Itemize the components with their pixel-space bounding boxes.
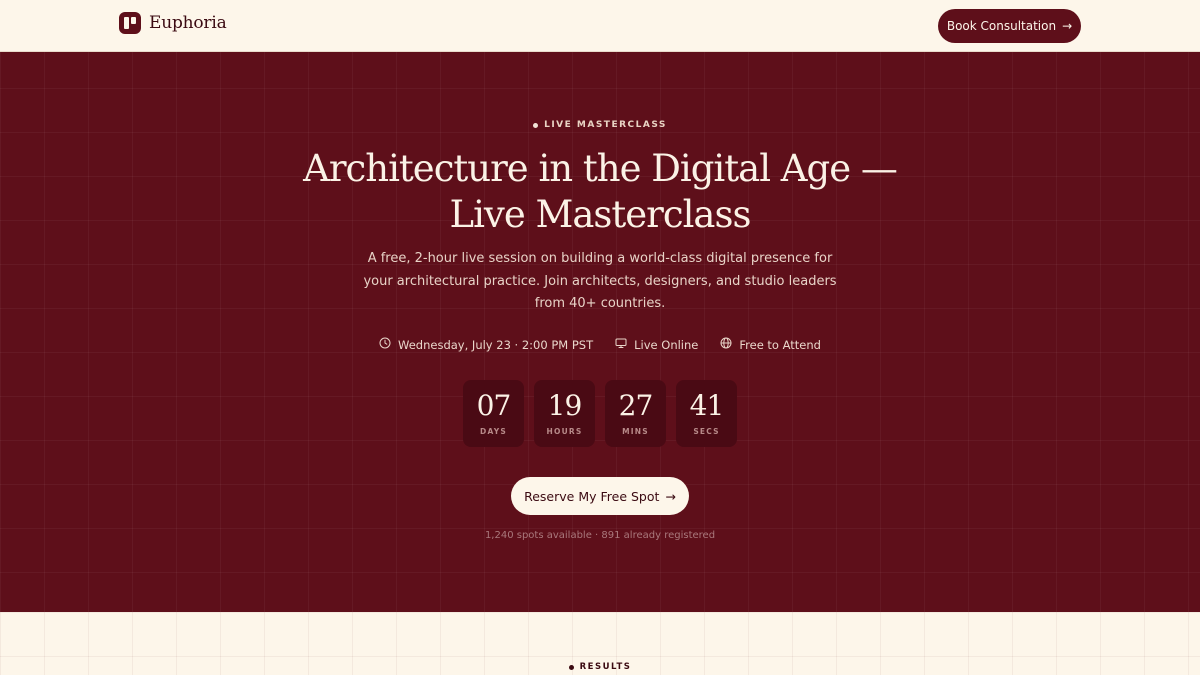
book-consultation-label: Book Consultation xyxy=(946,19,1057,33)
dot-icon xyxy=(568,664,574,670)
countdown-hours: 19 HOURS xyxy=(534,380,595,447)
countdown-mins: 27 MINS xyxy=(605,380,666,447)
hero-subtitle: A free, 2-hour live session on building … xyxy=(363,251,837,311)
countdown-days-label: DAYS xyxy=(480,427,507,436)
arrow-right-icon: → xyxy=(1062,19,1073,33)
countdown-days-value: 07 xyxy=(476,389,512,422)
results-eyebrow-label: RESULTS xyxy=(579,662,632,672)
clock-icon xyxy=(379,337,391,352)
countdown-hours-value: 19 xyxy=(547,389,583,422)
logo-icon xyxy=(119,12,141,34)
book-consultation-button[interactable]: Book Consultation → xyxy=(938,9,1081,43)
event-meta: Wednesday, July 23 · 2:00 PM PST Live On… xyxy=(0,337,1200,352)
results-section: RESULTS xyxy=(0,612,1200,675)
meta-date: Wednesday, July 23 · 2:00 PM PST xyxy=(379,337,593,352)
monitor-icon xyxy=(615,337,627,352)
hero-section: LIVE MASTERCLASS Architecture in the Dig… xyxy=(0,52,1200,612)
site-header: Euphoria Book Consultation → xyxy=(0,0,1200,52)
countdown-days: 07 DAYS xyxy=(463,380,524,447)
hero-eyebrow: LIVE MASTERCLASS xyxy=(0,120,1200,130)
reserve-spot-button[interactable]: Reserve My Free Spot → xyxy=(511,477,689,515)
page-title: Architecture in the Digital Age — Live M… xyxy=(200,146,1000,238)
eyebrow-label: LIVE MASTERCLASS xyxy=(544,120,667,130)
globe-icon xyxy=(720,337,732,352)
arrow-right-icon: → xyxy=(665,488,676,504)
countdown-secs: 41 SECS xyxy=(676,380,737,447)
reserve-spot-label: Reserve My Free Spot xyxy=(524,488,660,504)
brand-name: Euphoria xyxy=(149,13,227,33)
countdown-timer: 07 DAYS 19 HOURS 27 MINS 41 SECS xyxy=(0,380,1200,447)
title-line-1: Architecture in the Digital Age — xyxy=(303,147,898,190)
spots-availability: 1,240 spots available · 891 already regi… xyxy=(484,530,716,541)
title-line-2: Live Masterclass xyxy=(449,193,752,236)
dot-icon xyxy=(533,122,539,128)
countdown-secs-label: SECS xyxy=(693,427,720,436)
meta-format: Live Online xyxy=(615,337,698,352)
countdown-secs-value: 41 xyxy=(689,389,725,422)
brand[interactable]: Euphoria xyxy=(119,12,227,34)
countdown-mins-label: MINS xyxy=(622,427,649,436)
meta-format-label: Live Online xyxy=(634,337,699,352)
countdown-mins-value: 27 xyxy=(618,389,654,422)
meta-price-label: Free to Attend xyxy=(739,337,821,352)
countdown-hours-label: HOURS xyxy=(546,427,583,436)
meta-price: Free to Attend xyxy=(720,337,821,352)
meta-date-label: Wednesday, July 23 · 2:00 PM PST xyxy=(398,337,594,352)
results-eyebrow: RESULTS xyxy=(0,662,1200,672)
